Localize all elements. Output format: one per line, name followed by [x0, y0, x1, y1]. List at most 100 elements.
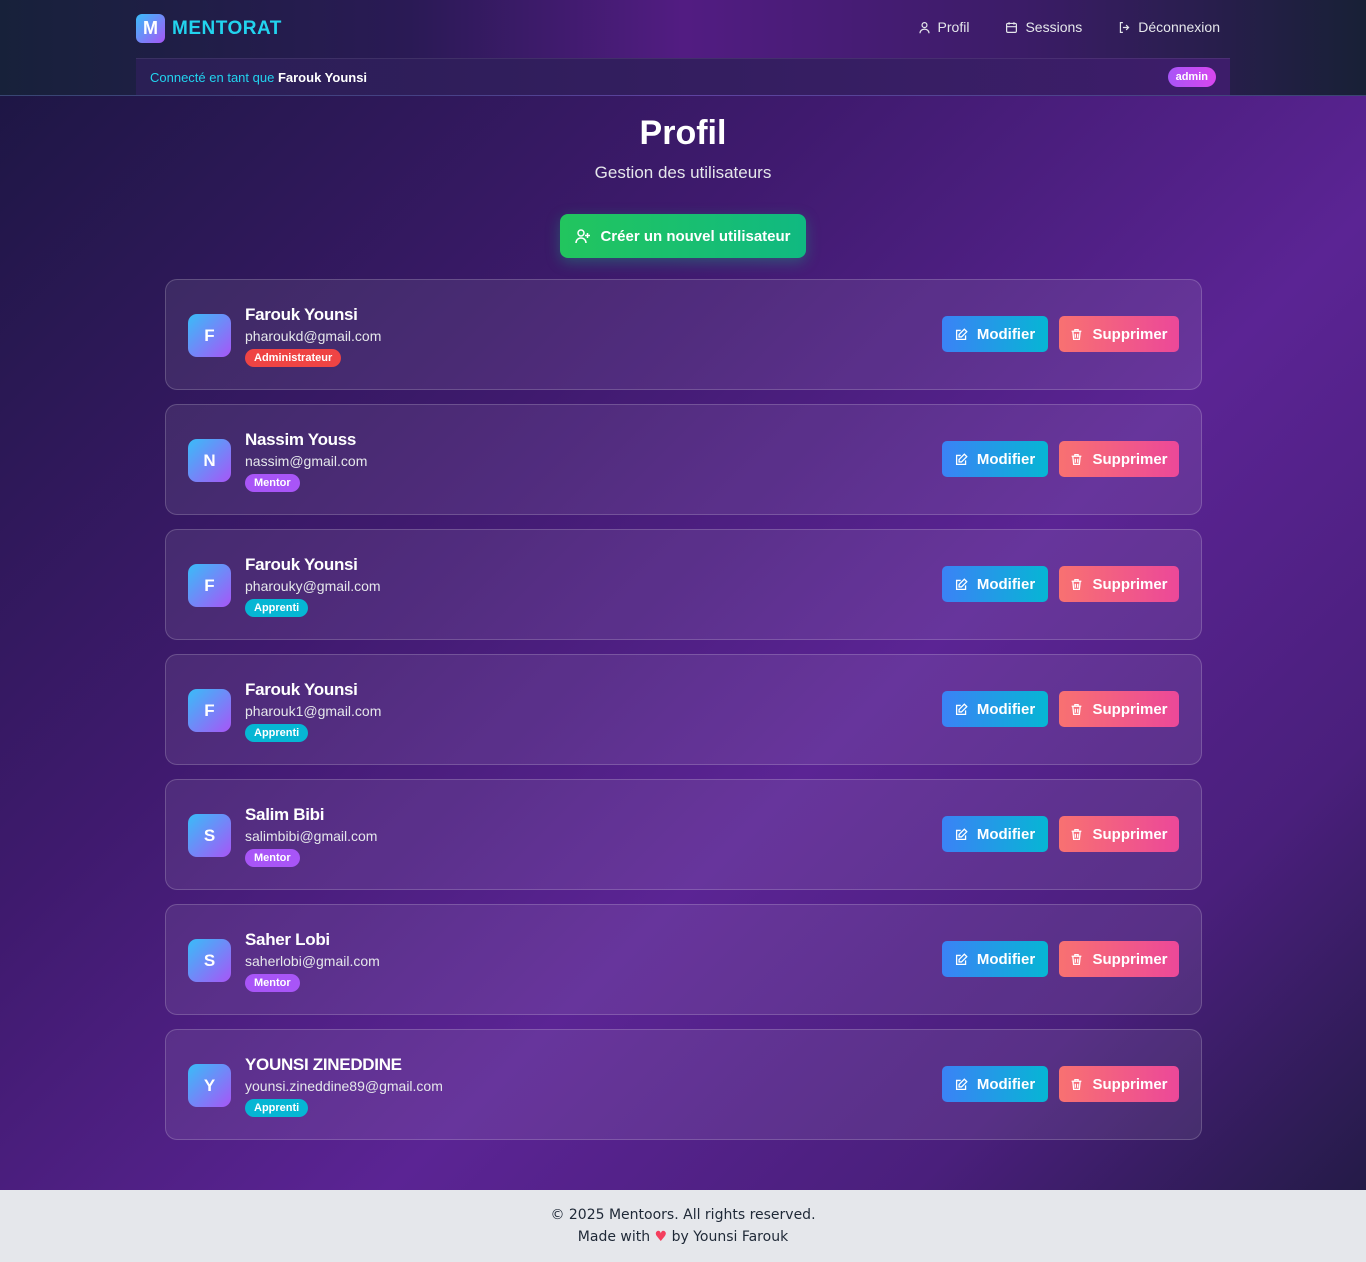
user-email: pharouk1@gmail.com	[245, 703, 382, 719]
edit-button[interactable]: Modifier	[942, 941, 1048, 977]
nav-link-label: Sessions	[1025, 19, 1083, 35]
avatar: F	[188, 689, 231, 732]
edit-label: Modifier	[976, 825, 1036, 843]
user-email: nassim@gmail.com	[245, 453, 368, 469]
edit-icon	[955, 577, 968, 590]
user-plus-icon	[575, 229, 591, 244]
avatar: Y	[188, 1064, 231, 1107]
delete-button[interactable]: Supprimer	[1059, 816, 1179, 852]
nav-link-label: Déconnexion	[1138, 19, 1220, 35]
logged-in-text: Connecté en tant que Farouk Younsi	[150, 70, 367, 85]
delete-label: Supprimer	[1092, 825, 1168, 843]
edit-icon	[955, 702, 968, 715]
nav-link-profil[interactable]: Profil	[918, 19, 970, 35]
edit-label: Modifier	[976, 450, 1036, 468]
create-user-button[interactable]: Créer un nouvel utilisateur	[560, 214, 806, 258]
trash-icon	[1072, 828, 1082, 840]
user-name: Farouk Younsi	[245, 305, 358, 324]
edit-button[interactable]: Modifier	[942, 691, 1048, 727]
edit-button[interactable]: Modifier	[942, 316, 1048, 352]
footer-by: by Younsi Farouk	[671, 1229, 789, 1245]
edit-button[interactable]: Modifier	[942, 566, 1048, 602]
delete-button[interactable]: Supprimer	[1059, 941, 1179, 977]
avatar: F	[188, 314, 231, 357]
role-badge: Apprenti	[245, 1099, 309, 1117]
footer-credit: Made with ♥ by Younsi Farouk	[0, 1229, 1366, 1245]
edit-label: Modifier	[976, 700, 1036, 718]
page-subtitle: Gestion des utilisateurs	[594, 163, 772, 182]
edit-button[interactable]: Modifier	[942, 441, 1048, 477]
logged-in-prefix: Connecté en tant que	[150, 70, 275, 85]
calendar-icon	[1006, 21, 1018, 33]
avatar: S	[188, 814, 231, 857]
edit-icon	[955, 827, 968, 840]
delete-label: Supprimer	[1092, 450, 1168, 468]
trash-icon	[1072, 703, 1082, 715]
logo-badge: M	[136, 14, 165, 43]
role-badge: Mentor	[245, 849, 300, 867]
logo[interactable]: M MENTORAT	[136, 14, 282, 43]
edit-button[interactable]: Modifier	[942, 1066, 1048, 1102]
avatar: F	[188, 564, 231, 607]
edit-label: Modifier	[976, 575, 1036, 593]
user-card: N Nassim Youss nassim@gmail.com Mentor M…	[165, 404, 1202, 515]
user-card: F Farouk Younsi pharouky@gmail.com Appre…	[165, 529, 1202, 640]
user-email: saherlobi@gmail.com	[245, 953, 380, 969]
page-title: Profil	[639, 114, 727, 152]
user-list: F Farouk Younsi pharoukd@gmail.com Admin…	[165, 279, 1202, 1154]
logout-icon	[1120, 21, 1130, 33]
create-user-label: Créer un nouvel utilisateur	[600, 227, 791, 245]
user-email: salimbibi@gmail.com	[245, 828, 378, 844]
role-badge: Administrateur	[245, 349, 342, 367]
edit-label: Modifier	[976, 1075, 1036, 1093]
delete-button[interactable]: Supprimer	[1059, 691, 1179, 727]
logo-text: MENTORAT	[172, 17, 282, 39]
delete-label: Supprimer	[1092, 575, 1168, 593]
user-card: Y YOUNSI ZINEDDINE younsi.zineddine89@gm…	[165, 1029, 1202, 1140]
delete-label: Supprimer	[1092, 1075, 1168, 1093]
user-email: pharoukd@gmail.com	[245, 328, 382, 344]
edit-icon	[955, 952, 968, 965]
delete-button[interactable]: Supprimer	[1059, 1066, 1179, 1102]
nav-link-label: Profil	[937, 19, 970, 35]
edit-label: Modifier	[976, 950, 1036, 968]
delete-button[interactable]: Supprimer	[1059, 316, 1179, 352]
user-name: Farouk Younsi	[245, 555, 358, 574]
top-header: M MENTORAT Profil Sessions Déconnexion C…	[0, 0, 1366, 96]
delete-label: Supprimer	[1092, 950, 1168, 968]
logged-in-bar: Connecté en tant que Farouk Younsi admin	[136, 58, 1230, 95]
edit-icon	[955, 452, 968, 465]
role-badge: Mentor	[245, 974, 300, 992]
edit-button[interactable]: Modifier	[942, 816, 1048, 852]
logged-in-user: Farouk Younsi	[277, 70, 368, 85]
footer-copyright: © 2025 Mentoors. All rights reserved.	[550, 1207, 816, 1223]
user-card: F Farouk Younsi pharouk1@gmail.com Appre…	[165, 654, 1202, 765]
delete-button[interactable]: Supprimer	[1059, 441, 1179, 477]
role-badge: Apprenti	[245, 599, 309, 617]
user-card: S Salim Bibi salimbibi@gmail.com Mentor …	[165, 779, 1202, 890]
user-name: Farouk Younsi	[245, 680, 358, 699]
user-name: Nassim Youss	[245, 430, 357, 449]
navbar: M MENTORAT Profil Sessions Déconnexion	[136, 0, 1230, 58]
delete-label: Supprimer	[1092, 700, 1168, 718]
nav-links: Profil Sessions Déconnexion	[918, 19, 1220, 35]
user-icon	[918, 21, 930, 33]
nav-link-deconnexion[interactable]: Déconnexion	[1118, 19, 1220, 35]
delete-button[interactable]: Supprimer	[1059, 566, 1179, 602]
role-badge: Mentor	[245, 474, 300, 492]
edit-label: Modifier	[976, 325, 1036, 343]
nav-link-sessions[interactable]: Sessions	[1005, 19, 1082, 35]
trash-icon	[1072, 1078, 1082, 1090]
footer: © 2025 Mentoors. All rights reserved. Ma…	[0, 1190, 1366, 1262]
edit-icon	[955, 327, 968, 340]
footer-made-with: Made with	[577, 1229, 651, 1245]
current-role-badge: admin	[1167, 67, 1216, 87]
avatar: S	[188, 939, 231, 982]
user-email: pharouky@gmail.com	[245, 578, 381, 594]
user-name: Saher Lobi	[245, 930, 330, 949]
user-card: S Saher Lobi saherlobi@gmail.com Mentor …	[165, 904, 1202, 1015]
user-name: YOUNSI ZINEDDINE	[245, 1055, 402, 1074]
trash-icon	[1072, 328, 1082, 340]
trash-icon	[1072, 578, 1082, 590]
user-email: younsi.zineddine89@gmail.com	[245, 1078, 443, 1094]
